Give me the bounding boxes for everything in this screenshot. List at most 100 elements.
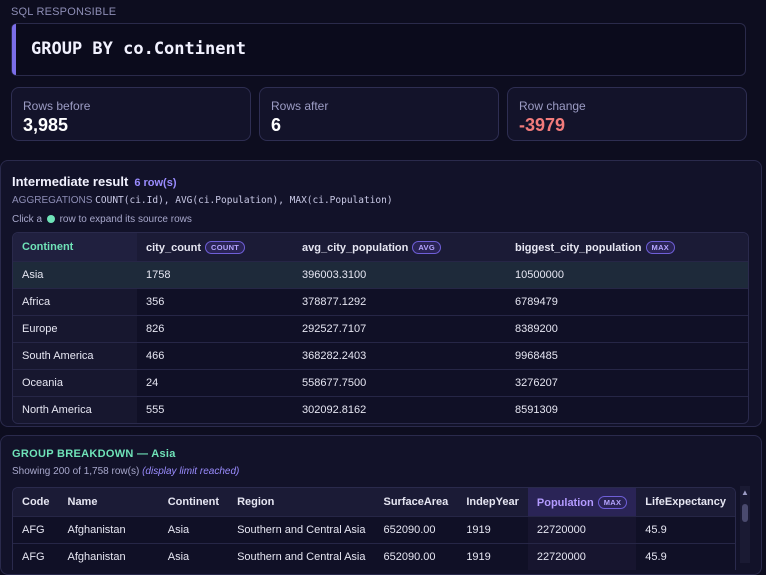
table-cell: 8389200 [506,315,748,343]
hint-post: row to expand its source rows [59,214,192,225]
column-header-highlighted[interactable]: Population MAX [527,488,637,517]
table-cell: 22720000 [527,516,637,544]
stat-value: 6 [271,115,282,135]
scrollbar-thumb[interactable] [742,504,748,522]
intermediate-panel: Intermediate result 6 row(s) AGGREGATIONS… [0,160,762,427]
breakdown-count: Showing 200 of 1,758 row(s) [12,466,140,477]
table-cell: 368282.2403 [293,342,506,370]
table-cell: 466 [137,342,293,370]
table-cell: Afghanistan [58,543,159,570]
agg-tag: AVG [412,240,441,254]
table-cell: 826 [137,315,293,343]
table-cell: 24 [137,369,293,397]
column-header[interactable]: Region [228,488,375,517]
table-cell: Africa [13,288,137,316]
table-cell: Europe [13,315,137,343]
table-header-row: Code Name Continent Region SurfaceArea I… [13,488,735,517]
table-cell: 1919 [457,543,528,570]
agg-tag: MAX [645,240,676,254]
table-cell: Asia [13,261,137,289]
stat-value: -3979 [519,115,566,135]
table-row[interactable]: Asia 1758 396003.3100 10500000 [13,261,748,289]
intermediate-table-wrap: Continent city_count COUNT avg_city_popul… [12,232,749,424]
table-cell: 45.9 [636,543,735,570]
stat-rows-before: Rows before 3,985 [11,87,251,141]
stat-label: Rows before [23,99,91,113]
table-cell: 652090.00 [374,543,458,570]
table-cell: Asia [158,516,229,544]
table-cell: 378877.1292 [293,288,506,316]
intermediate-table: Continent city_count COUNT avg_city_popul… [13,233,748,423]
scroll-up-arrow-icon[interactable]: ▲ [741,488,749,497]
breakdown-table-wrap: Code Name Continent Region SurfaceArea I… [12,487,736,570]
table-cell: Southern and Central Asia [228,543,375,570]
table-row[interactable]: Europe 826 292527.7107 8389200 [13,315,748,343]
table-cell: 1758 [137,261,293,289]
table-cell: 10500000 [506,261,748,289]
sql-clause: GROUP BY co.Continent [31,39,246,59]
sql-accent-bar [12,24,16,75]
stat-rows-after: Rows after 6 [259,87,499,141]
table-cell: Southern and Central Asia [228,516,375,544]
column-header[interactable]: biggest_city_population MAX [506,233,748,262]
table-cell: Asia [158,543,229,570]
table-cell: AFG [13,543,59,570]
table-cell: Oceania [13,369,137,397]
column-header[interactable]: LifeExpectancy [636,488,735,517]
breakdown-table: Code Name Continent Region SurfaceArea I… [13,488,735,570]
column-header[interactable]: avg_city_population AVG [293,233,506,262]
aggregations-line: AGGREGATIONS COUNT(ci.Id), AVG(ci.Popula… [12,195,393,206]
table-row: AFG Afghanistan Asia Southern and Centra… [13,543,735,570]
agg-tag: MAX [597,495,628,509]
column-header[interactable]: IndepYear [457,488,528,517]
breakdown-subtitle: Showing 200 of 1,758 row(s) (display lim… [12,466,239,477]
table-header-row: Continent city_count COUNT avg_city_popul… [13,233,748,262]
row-dot-icon [46,215,55,223]
table-cell: 1919 [457,516,528,544]
table-cell: 396003.3100 [293,261,506,289]
hint-pre: Click a [12,214,43,225]
breakdown-title: GROUP BREAKDOWN — Asia [12,448,176,460]
stat-label: Rows after [271,99,329,113]
column-header[interactable]: Continent [13,233,137,262]
intermediate-title: Intermediate result 6 row(s) [12,174,177,189]
table-cell: 292527.7107 [293,315,506,343]
vertical-scrollbar[interactable]: ▲ [740,486,750,563]
column-header[interactable]: SurfaceArea [374,488,458,517]
expand-hint: Click a row to expand its source rows [12,214,192,225]
table-cell: 302092.8162 [293,396,506,423]
table-row[interactable]: Africa 356 378877.1292 6789479 [13,288,748,316]
stat-row-change: Row change -3979 [507,87,747,141]
table-cell: 45.9 [636,516,735,544]
aggregations-label: AGGREGATIONS [12,195,93,206]
table-cell: 555 [137,396,293,423]
table-cell: 8591309 [506,396,748,423]
table-cell: 356 [137,288,293,316]
row-count: 6 row(s) [134,177,177,189]
sql-label: SQL RESPONSIBLE [11,6,117,18]
sql-clause-box: GROUP BY co.Continent [11,23,746,76]
agg-tag: COUNT [205,240,246,254]
table-cell: Afghanistan [58,516,159,544]
table-row[interactable]: South America 466 368282.2403 9968485 [13,342,748,370]
column-header[interactable]: Continent [158,488,229,517]
table-cell: AFG [13,516,59,544]
table-cell: South America [13,342,137,370]
stat-label: Row change [519,99,586,113]
table-row[interactable]: North America 555 302092.8162 8591309 [13,396,748,423]
breakdown-panel: GROUP BREAKDOWN — Asia Showing 200 of 1,… [0,435,762,575]
intermediate-title-text: Intermediate result [12,174,129,189]
column-header[interactable]: Name [58,488,159,517]
column-header[interactable]: city_count COUNT [137,233,293,262]
stat-value: 3,985 [23,115,69,135]
table-cell: 652090.00 [374,516,458,544]
table-row: AFG Afghanistan Asia Southern and Centra… [13,516,735,544]
table-cell: 6789479 [506,288,748,316]
table-row[interactable]: Oceania 24 558677.7500 3276207 [13,369,748,397]
table-cell: 9968485 [506,342,748,370]
aggregations-code: COUNT(ci.Id), AVG(ci.Population), MAX(ci… [95,195,393,206]
table-cell: 22720000 [527,543,637,570]
table-cell: 3276207 [506,369,748,397]
table-cell: North America [13,396,137,423]
column-header[interactable]: Code [13,488,59,517]
